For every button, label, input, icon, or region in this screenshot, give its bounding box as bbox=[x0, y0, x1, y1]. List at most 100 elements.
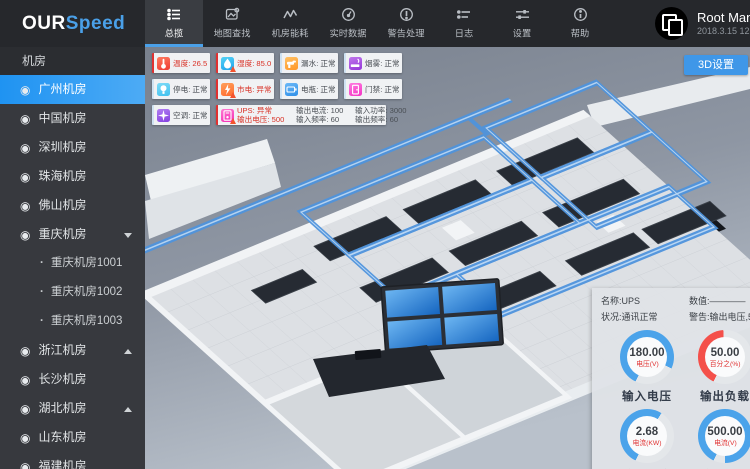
badge-power-outage[interactable]: 停电: 正常 bbox=[152, 79, 210, 99]
tab-help[interactable]: 帮助 bbox=[551, 0, 609, 47]
room-label: 浙江机房 bbox=[38, 343, 86, 357]
room-icon: ◉ bbox=[20, 83, 30, 97]
room-label: 重庆机房1001 bbox=[51, 257, 123, 269]
gauge-value: 50.00 bbox=[711, 347, 740, 359]
sidebar-item-hubei[interactable]: ◉湖北机房 bbox=[0, 394, 145, 423]
sidebar-item-chongqing1003[interactable]: 重庆机房1003 bbox=[0, 307, 145, 336]
badge-water-leak[interactable]: 漏水: 正常 bbox=[280, 53, 338, 73]
user-info[interactable]: Root Man 2018.3.15 12: bbox=[655, 7, 750, 40]
map-search-icon bbox=[225, 7, 240, 22]
ups-output-voltage: 输出电压: 500 bbox=[237, 115, 284, 124]
badge-air-conditioning[interactable]: 空调: 正常 bbox=[152, 105, 210, 125]
gauge-output-load: 50.00百分之(%) 输出负载 bbox=[686, 330, 750, 404]
badge-smoke[interactable]: 烟雾: 正常 bbox=[344, 53, 402, 73]
room-label: 中国机房 bbox=[38, 111, 86, 125]
tab-overview[interactable]: 总揽 bbox=[145, 0, 203, 47]
tab-energy[interactable]: 机房能耗 bbox=[261, 0, 319, 47]
room-icon: ◉ bbox=[20, 199, 30, 213]
room-icon: ◉ bbox=[20, 112, 30, 126]
logo-part2: Speed bbox=[66, 13, 126, 34]
sidebar-item-chongqing1002[interactable]: 重庆机房1002 bbox=[0, 278, 145, 307]
sidebar-item-zhejiang[interactable]: ◉ 浙江机房 bbox=[0, 336, 145, 365]
gauge-value: 2.68 bbox=[636, 426, 658, 438]
room-label: 福建机房 bbox=[38, 459, 86, 469]
ups-status: UPS: 异常 bbox=[237, 106, 284, 115]
gauge-value: 500.00 bbox=[707, 426, 742, 438]
tab-logs[interactable]: 日志 bbox=[435, 0, 493, 47]
room-icon: ◉ bbox=[20, 431, 30, 445]
status-badges: 温度: 26.5 湿度: 85.0 漏水: 正常 烟雾: 正常 bbox=[152, 53, 408, 131]
ups-detail-panel: 名称:UPS 数值:———— 状况:通讯正常 警告:输出电压,500.00,20… bbox=[592, 288, 750, 469]
sidebar-item-shandong[interactable]: ◉山东机房 bbox=[0, 423, 145, 452]
chevron-up-icon[interactable] bbox=[124, 349, 132, 354]
room-icon: ◉ bbox=[20, 460, 30, 469]
gauge-unit: 电压(V) bbox=[636, 359, 659, 367]
tab-settings[interactable]: 设置 bbox=[493, 0, 551, 47]
thermometer-icon bbox=[157, 57, 170, 70]
badge-battery[interactable]: 电瓶: 正常 bbox=[280, 79, 338, 99]
badge-temperature[interactable]: 温度: 26.5 bbox=[152, 53, 210, 73]
warning-icon bbox=[230, 118, 236, 124]
ups-icon bbox=[221, 109, 234, 122]
gauge-unit: 电流(V) bbox=[714, 438, 737, 446]
user-avatar-icon bbox=[655, 7, 688, 40]
badge-ups[interactable]: UPS: 异常 输出电压: 500 输出电流: 100 输入频率: 60 输入功… bbox=[216, 105, 386, 125]
sidebar-title: 机房 bbox=[0, 47, 145, 75]
badge-text: 市电: 异常 bbox=[237, 84, 272, 94]
gauge-value: 180.00 bbox=[629, 347, 664, 359]
gauge-output-power: 2.68电流(KW) 输出功率 bbox=[608, 409, 686, 469]
ups-input-power: 输入功率: 3000 bbox=[355, 106, 407, 115]
room-icon: ◉ bbox=[20, 141, 30, 155]
bulb-icon bbox=[157, 83, 170, 96]
badge-text: 湿度: 85.0 bbox=[237, 58, 271, 68]
sidebar-item-changsha[interactable]: ◉长沙机房 bbox=[0, 365, 145, 394]
badge-humidity[interactable]: 湿度: 85.0 bbox=[216, 53, 274, 73]
sidebar-item-fujian[interactable]: ◉ 福建机房 bbox=[0, 452, 145, 469]
app-window: OURSpeed 总揽 地图查找 机房能耗 实时数据 警告处理 bbox=[0, 0, 750, 469]
sidebar-item-foshan[interactable]: ◉佛山机房 bbox=[0, 191, 145, 220]
tab-map-search[interactable]: 地图查找 bbox=[203, 0, 261, 47]
tab-label: 实时数据 bbox=[321, 26, 374, 40]
3d-settings-button[interactable]: 3D设置 bbox=[684, 55, 748, 75]
gauge-label: 输出负载 bbox=[686, 388, 750, 404]
room-label: 广州机房 bbox=[38, 82, 86, 96]
badge-door-access[interactable]: 门禁: 正常 bbox=[344, 79, 402, 99]
tab-alert-handling[interactable]: 警告处理 bbox=[377, 0, 435, 47]
room-label: 重庆机房1002 bbox=[51, 286, 123, 298]
sidebar-item-shenzhen[interactable]: ◉深圳机房 bbox=[0, 133, 145, 162]
panel-value: 数值:———— bbox=[689, 294, 750, 307]
user-name: Root Man bbox=[697, 10, 750, 25]
badge-mains-power[interactable]: 市电: 异常 bbox=[216, 79, 274, 99]
room-icon: ◉ bbox=[20, 344, 30, 358]
sidebar-item-chongqing[interactable]: ◉重庆机房 bbox=[0, 220, 145, 249]
app-logo: OURSpeed bbox=[22, 0, 125, 47]
panel-warning: 警告:输出电压,500.00,20 bbox=[689, 310, 750, 323]
sidebar-item-chongqing1001[interactable]: 重庆机房1001 bbox=[0, 249, 145, 278]
chevron-up-icon[interactable] bbox=[124, 407, 132, 412]
waveform-icon bbox=[283, 7, 298, 22]
chevron-down-icon[interactable] bbox=[124, 233, 132, 238]
room-icon: ◉ bbox=[20, 228, 30, 242]
gauge-arc: 500.00电流(V) bbox=[698, 409, 750, 463]
tab-label: 帮助 bbox=[553, 26, 606, 40]
main-3d-view: 温度: 26.5 湿度: 85.0 漏水: 正常 烟雾: 正常 bbox=[145, 47, 750, 469]
sidebar-item-zhongguo[interactable]: ◉ 中国机房 bbox=[0, 104, 145, 133]
sidebar-item-zhuhai[interactable]: ◉珠海机房 bbox=[0, 162, 145, 191]
video-wall bbox=[381, 279, 503, 353]
fan-icon bbox=[157, 109, 170, 122]
tab-label: 日志 bbox=[437, 26, 490, 40]
tab-realtime-data[interactable]: 实时数据 bbox=[319, 0, 377, 47]
warning-icon bbox=[230, 66, 236, 72]
settings-icon bbox=[515, 7, 530, 22]
sidebar-item-guangzhou[interactable]: ◉ 广州机房 bbox=[0, 75, 145, 104]
alert-icon bbox=[399, 7, 414, 22]
lightning-icon bbox=[221, 83, 234, 96]
battery-icon bbox=[285, 83, 298, 96]
badge-text: 电瓶: 正常 bbox=[301, 84, 336, 94]
room-label: 长沙机房 bbox=[38, 372, 86, 386]
log-icon bbox=[457, 7, 472, 22]
badge-text: 温度: 26.5 bbox=[173, 58, 207, 68]
gauge-icon bbox=[341, 7, 356, 22]
help-icon bbox=[573, 7, 588, 22]
room-sidebar: 机房 ◉ 广州机房 ◉ 中国机房 ◉深圳机房 ◉珠海机房 ◉佛山机房 ◉重庆机房 重… bbox=[0, 47, 145, 469]
